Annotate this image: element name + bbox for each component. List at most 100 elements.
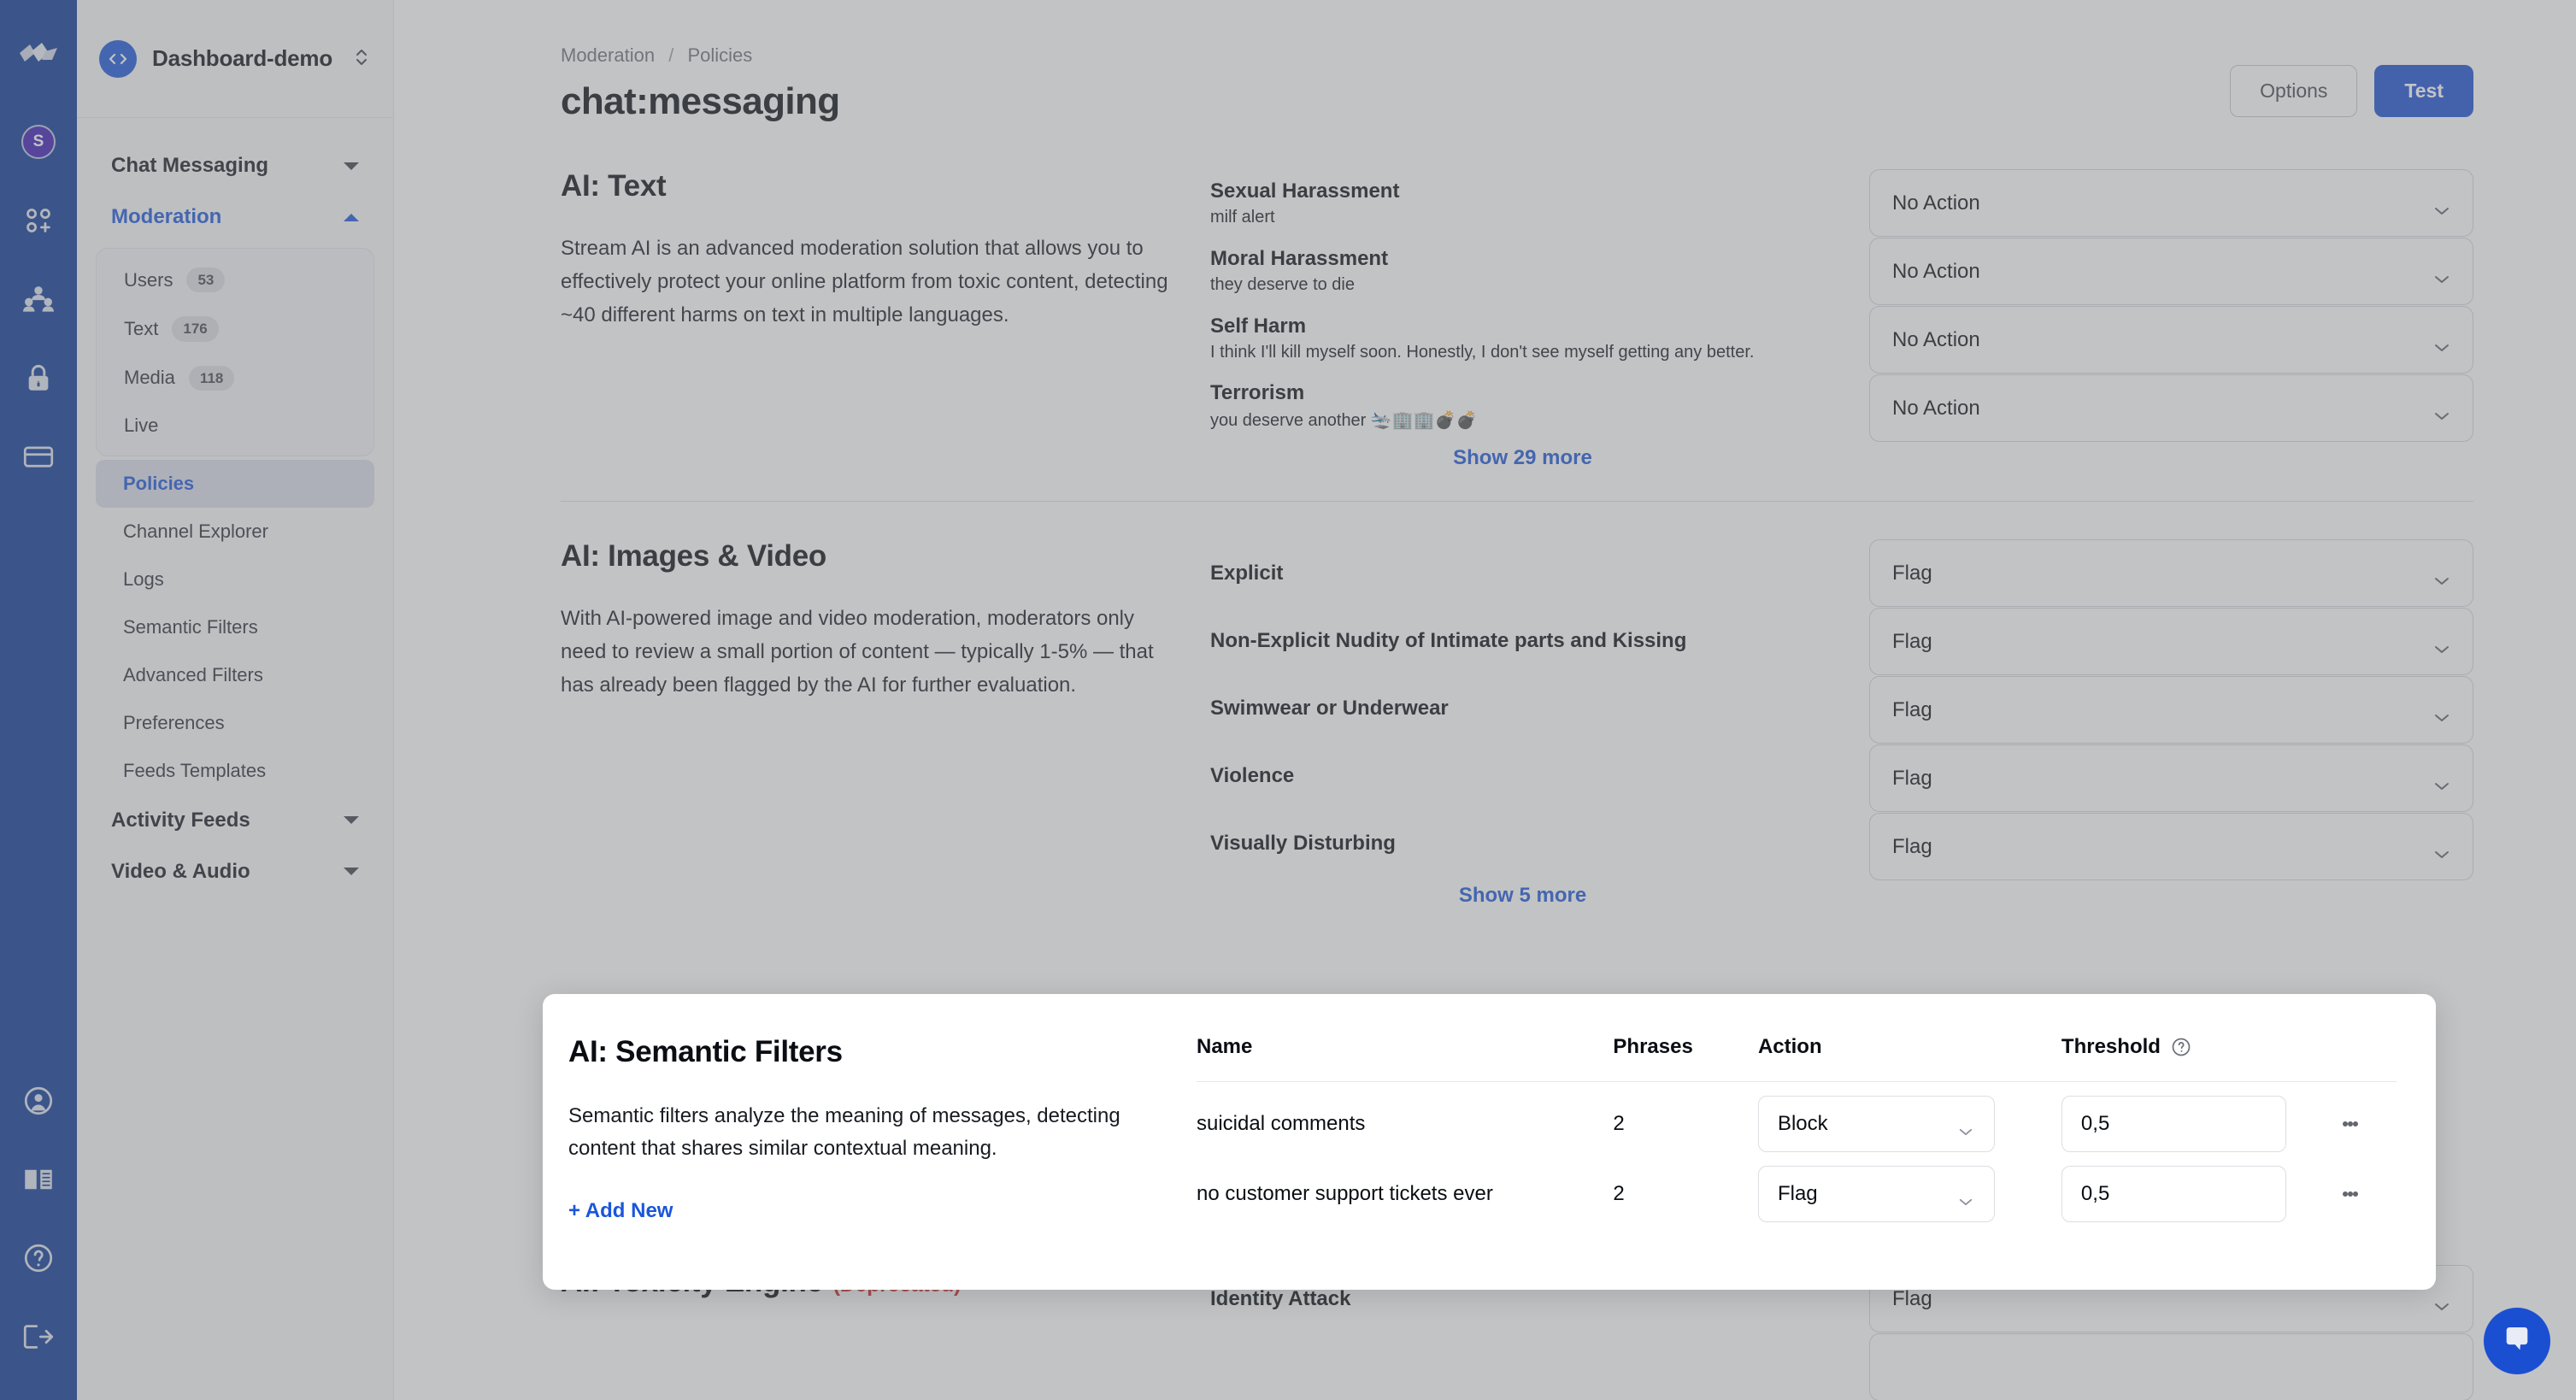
- action-select[interactable]: Flag: [1869, 676, 2473, 744]
- apps-add-icon[interactable]: [20, 202, 57, 239]
- chat-widget-button[interactable]: [2484, 1308, 2550, 1374]
- harm-sample: you deserve another 🛬🏢🏢💣💣: [1210, 409, 1835, 431]
- sidebar-item-policies[interactable]: Policies: [96, 460, 374, 508]
- add-new-filter-button[interactable]: + Add New: [568, 1199, 673, 1223]
- sidebar-item-preferences[interactable]: Preferences: [96, 699, 374, 747]
- sidebar-group-moderation[interactable]: Moderation: [96, 191, 374, 243]
- filter-threshold-input[interactable]: [2061, 1096, 2286, 1152]
- harm-list: Explicit Non-Explicit Nudity of Intimate…: [1210, 539, 1835, 913]
- breadcrumb-root[interactable]: Moderation: [561, 44, 655, 66]
- filter-threshold-cell: [2061, 1152, 2333, 1222]
- filter-action-value: Block: [1778, 1112, 1958, 1136]
- column-header-phrases: Phrases: [1613, 1035, 1758, 1082]
- action-select[interactable]: Flag: [1869, 813, 2473, 880]
- avatar-initial-icon[interactable]: S: [20, 123, 57, 161]
- chevron-down-icon: [1958, 1189, 1975, 1199]
- breadcrumb-leaf[interactable]: Policies: [687, 44, 752, 66]
- sidebar: Dashboard-demo Chat Messaging Moderation…: [77, 0, 394, 1400]
- stream-logo-icon[interactable]: [18, 41, 59, 70]
- section-description: With AI-powered image and video moderati…: [561, 603, 1176, 703]
- sidebar-item-text[interactable]: Text 176: [97, 304, 373, 353]
- action-select[interactable]: No Action: [1869, 374, 2473, 442]
- column-header-threshold: Threshold: [2061, 1035, 2333, 1082]
- filter-action-cell: Block: [1758, 1082, 2061, 1153]
- test-button[interactable]: Test: [2374, 65, 2473, 117]
- sidebar-item-media[interactable]: Media 118: [97, 354, 373, 403]
- filter-threshold-input[interactable]: [2061, 1166, 2286, 1222]
- breadcrumb: Moderation / Policies: [561, 44, 840, 67]
- sidebar-item-semantic-filters[interactable]: Semantic Filters: [96, 603, 374, 651]
- action-select[interactable]: No Action: [1869, 306, 2473, 374]
- filter-action-cell: Flag: [1758, 1152, 2061, 1222]
- harm-name: Visually Disturbing: [1210, 832, 1396, 856]
- sidebar-item-channel-explorer[interactable]: Channel Explorer: [96, 508, 374, 556]
- action-select[interactable]: No Action: [1869, 238, 2473, 305]
- harm-name: Self Harm: [1210, 315, 1835, 338]
- chevron-down-icon: [1958, 1119, 1975, 1129]
- filter-action-select[interactable]: Flag: [1758, 1166, 1995, 1222]
- action-select-value: No Action: [1892, 328, 2433, 352]
- action-select[interactable]: Flag: [1869, 608, 2473, 675]
- kebab-menu-icon[interactable]: [2333, 1107, 2367, 1141]
- lock-icon[interactable]: [20, 359, 57, 397]
- action-select[interactable]: Flag: [1869, 744, 2473, 812]
- sidebar-item-logs[interactable]: Logs: [96, 556, 374, 603]
- action-select-value: No Action: [1892, 397, 2433, 421]
- show-more-text-harms[interactable]: Show 29 more: [1453, 439, 1592, 475]
- sidebar-item-advanced-filters[interactable]: Advanced Filters: [96, 651, 374, 699]
- action-select[interactable]: [1869, 1333, 2473, 1400]
- chevron-down-icon: [344, 816, 359, 824]
- sidebar-group-label: Video & Audio: [111, 860, 250, 884]
- sidebar-group-chat-messaging[interactable]: Chat Messaging: [96, 140, 374, 191]
- docs-book-icon[interactable]: [20, 1161, 57, 1198]
- sidebar-item-feeds-templates[interactable]: Feeds Templates: [96, 747, 374, 795]
- kebab-menu-icon[interactable]: [2333, 1177, 2367, 1211]
- breadcrumb-separator: /: [668, 44, 673, 66]
- filter-action-value: Flag: [1778, 1182, 1958, 1206]
- action-select[interactable]: Flag: [1869, 539, 2473, 607]
- action-select-value: Flag: [1892, 1287, 2433, 1311]
- column-header-name: Name: [1197, 1035, 1613, 1082]
- team-icon[interactable]: [20, 280, 57, 318]
- filter-action-select[interactable]: Block: [1758, 1096, 1995, 1152]
- harm-row: Sexual Harassment milf alert: [1210, 169, 1835, 237]
- chevron-down-icon: [2433, 403, 2450, 414]
- harm-row: Explicit: [1210, 539, 1835, 607]
- action-select-value: Flag: [1892, 767, 2433, 791]
- harm-row: Swimwear or Underwear: [1210, 674, 1835, 742]
- filter-phrases-count: 2: [1613, 1082, 1758, 1153]
- harm-sample: I think I'll kill myself soon. Honestly,…: [1210, 343, 1835, 362]
- sidebar-item-live[interactable]: Live: [97, 403, 373, 449]
- rail-bottom-group: [20, 1082, 57, 1356]
- chevron-down-icon: [2433, 1294, 2450, 1304]
- section-description: Stream AI is an advanced moderation solu…: [561, 232, 1176, 332]
- info-question-icon[interactable]: [2171, 1037, 2191, 1057]
- org-switcher[interactable]: Dashboard-demo: [77, 0, 393, 118]
- app-root: S: [0, 0, 2576, 1400]
- action-select[interactable]: No Action: [1869, 169, 2473, 237]
- section-title: AI: Text: [561, 169, 1176, 203]
- options-button[interactable]: Options: [2230, 65, 2357, 117]
- chevron-updown-icon[interactable]: [354, 45, 373, 73]
- sidebar-item-users[interactable]: Users 53: [97, 256, 373, 304]
- billing-card-icon[interactable]: [20, 438, 57, 475]
- icon-rail: S: [0, 0, 77, 1400]
- section-ai-images-video: AI: Images & Video With AI-powered image…: [561, 501, 2473, 938]
- page-header: Moderation / Policies chat:messaging Opt…: [561, 0, 2473, 123]
- harm-name: Violence: [1210, 764, 1294, 788]
- sidebar-nav: Chat Messaging Moderation Users 53 Text …: [77, 118, 393, 897]
- show-more-media-harms[interactable]: Show 5 more: [1459, 877, 1586, 913]
- harm-sample: they deserve to die: [1210, 275, 1835, 295]
- sidebar-group-activity-feeds[interactable]: Activity Feeds: [96, 795, 374, 846]
- help-question-icon[interactable]: [20, 1239, 57, 1277]
- action-select-value: No Action: [1892, 260, 2433, 284]
- logout-icon[interactable]: [20, 1318, 57, 1356]
- section-ai-semantic-filters: AI: Semantic Filters Semantic filters an…: [543, 994, 2436, 1290]
- sidebar-group-video-audio[interactable]: Video & Audio: [96, 846, 374, 897]
- sidebar-item-label: Live: [124, 415, 158, 437]
- action-select-value: Flag: [1892, 698, 2433, 722]
- chevron-down-icon: [344, 868, 359, 875]
- moderation-queue-group: Users 53 Text 176 Media 118 Live: [96, 248, 374, 456]
- user-account-icon[interactable]: [20, 1082, 57, 1120]
- harm-name: Moral Harassment: [1210, 247, 1835, 271]
